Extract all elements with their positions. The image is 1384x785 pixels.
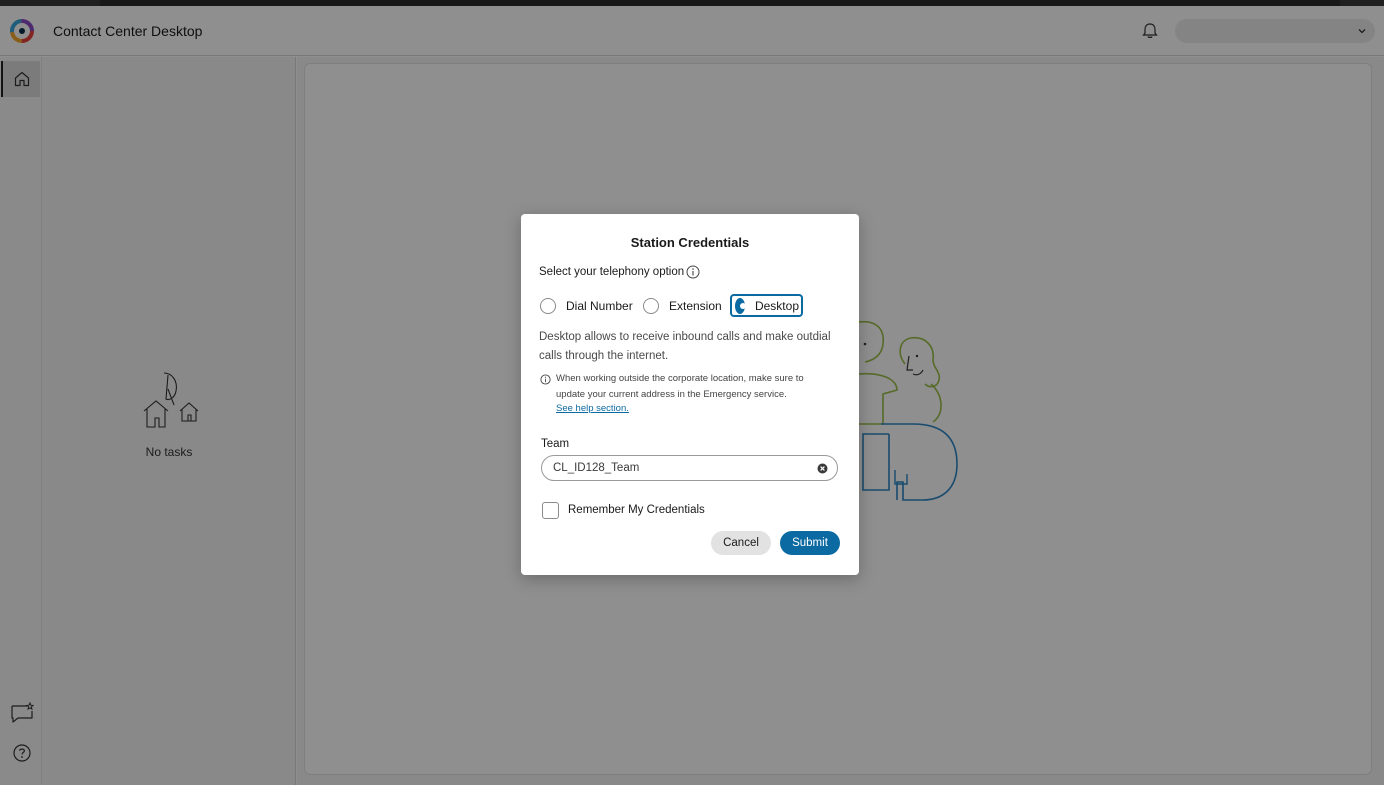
radio-extension[interactable]: Extension bbox=[643, 295, 722, 317]
telephony-radio-group: Dial Number Extension Desktop bbox=[539, 294, 839, 317]
radio-desktop-circle[interactable] bbox=[735, 297, 746, 314]
radio-desktop-label: Desktop bbox=[754, 298, 799, 313]
radio-dial-number[interactable]: Dial Number bbox=[540, 295, 633, 317]
dialog-title: Station Credentials bbox=[630, 235, 750, 250]
remember-credentials-label: Remember My Credentials bbox=[568, 504, 705, 516]
radio-desktop[interactable]: Desktop bbox=[730, 294, 803, 317]
station-credentials-dialog: Station Credentials Select your telephon… bbox=[521, 214, 859, 575]
info-icon bbox=[540, 374, 551, 385]
team-select[interactable]: CL_ID128_Team bbox=[541, 455, 838, 481]
radio-dial-number-circle[interactable] bbox=[540, 298, 556, 314]
remember-credentials[interactable]: Remember My Credentials bbox=[542, 501, 705, 519]
clear-icon[interactable] bbox=[817, 463, 828, 474]
see-help-link[interactable]: See help section. bbox=[556, 403, 629, 414]
radio-extension-label: Extension bbox=[669, 299, 722, 313]
emergency-note: When working outside the corporate locat… bbox=[556, 373, 804, 400]
radio-dial-number-label: Dial Number bbox=[566, 299, 633, 313]
team-select-value: CL_ID128_Team bbox=[553, 462, 640, 474]
telephony-option-label: Select your telephony option bbox=[539, 266, 685, 278]
desktop-description: Desktop allows to receive inbound calls … bbox=[539, 331, 831, 362]
submit-button[interactable]: Submit bbox=[780, 531, 840, 555]
cancel-button[interactable]: Cancel bbox=[711, 531, 771, 555]
radio-extension-circle[interactable] bbox=[643, 298, 659, 314]
info-icon[interactable] bbox=[686, 265, 700, 279]
remember-credentials-checkbox[interactable] bbox=[542, 501, 559, 519]
team-label: Team bbox=[541, 438, 570, 450]
